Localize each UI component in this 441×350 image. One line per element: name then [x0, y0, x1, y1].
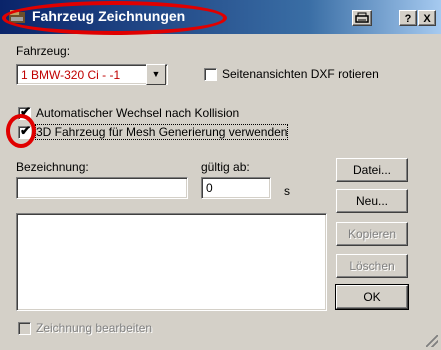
name-label: Bezeichnung:: [16, 160, 89, 174]
auto-switch-checkbox[interactable]: ✔: [18, 104, 31, 120]
copy-button[interactable]: Kopieren: [336, 222, 408, 246]
print-button[interactable]: [352, 10, 372, 26]
valid-from-label: gültig ab:: [201, 160, 250, 174]
delete-button[interactable]: Löschen: [336, 254, 408, 278]
name-input[interactable]: [16, 177, 188, 199]
valid-from-unit: s: [284, 184, 290, 198]
rotate-dxf-checkbox[interactable]: [204, 68, 217, 81]
mesh-label: 3D Fahrzeug für Mesh Generierung verwend…: [34, 124, 289, 140]
valid-from-input[interactable]: 0: [201, 177, 271, 199]
valid-from-value: 0: [206, 181, 213, 195]
resize-grip[interactable]: [426, 335, 438, 347]
file-button[interactable]: Datei...: [336, 158, 408, 182]
close-button[interactable]: X: [418, 10, 436, 26]
auto-switch-label: Automatischer Wechsel nach Kollision: [36, 106, 240, 120]
edit-drawing-checkbox[interactable]: [18, 322, 31, 335]
checkmark-icon: ✔: [20, 104, 31, 119]
vehicle-label: Fahrzeug:: [16, 44, 71, 58]
drawings-list[interactable]: [16, 213, 327, 311]
ok-button[interactable]: OK: [335, 284, 409, 310]
app-icon: [9, 10, 25, 23]
new-button[interactable]: Neu...: [336, 189, 408, 213]
help-button[interactable]: ?: [399, 10, 417, 26]
vehicle-selected-value: 1 BMW-320 Ci - -1: [21, 68, 121, 82]
mesh-checkbox[interactable]: ✔: [18, 123, 31, 139]
checkmark-icon: ✔: [20, 123, 31, 138]
vehicle-dropdown-button[interactable]: ▼: [146, 64, 166, 85]
chevron-down-icon: ▼: [151, 69, 161, 79]
rotate-dxf-label: Seitenansichten DXF rotieren: [222, 67, 379, 81]
printer-icon: [355, 12, 369, 23]
window-title: Fahrzeug Zeichnungen: [32, 8, 186, 24]
edit-drawing-label: Zeichnung bearbeiten: [36, 321, 153, 335]
